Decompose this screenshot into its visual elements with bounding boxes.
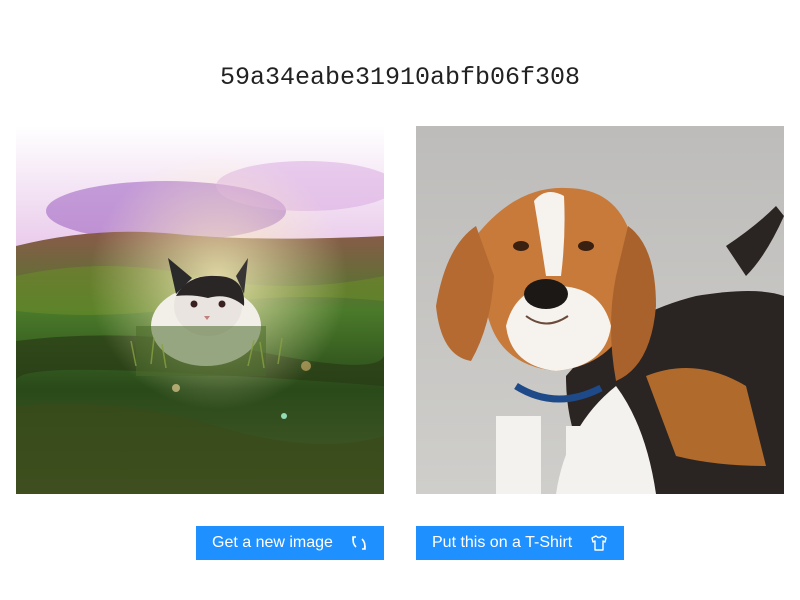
tshirt-label: Put this on a T-Shirt bbox=[432, 534, 573, 551]
get-new-image-label: Get a new image bbox=[212, 534, 333, 551]
refresh-icon bbox=[350, 534, 368, 552]
tshirt-icon bbox=[590, 534, 608, 552]
beagle-image bbox=[416, 126, 784, 494]
page: 59a34eabe31910abfb06f308 Get a new image… bbox=[0, 0, 800, 600]
kitten-image bbox=[16, 126, 384, 494]
tshirt-button[interactable]: Put this on a T-Shirt bbox=[416, 526, 624, 560]
hash-title: 59a34eabe31910abfb06f308 bbox=[219, 63, 581, 92]
get-new-image-button[interactable]: Get a new image bbox=[196, 526, 384, 560]
